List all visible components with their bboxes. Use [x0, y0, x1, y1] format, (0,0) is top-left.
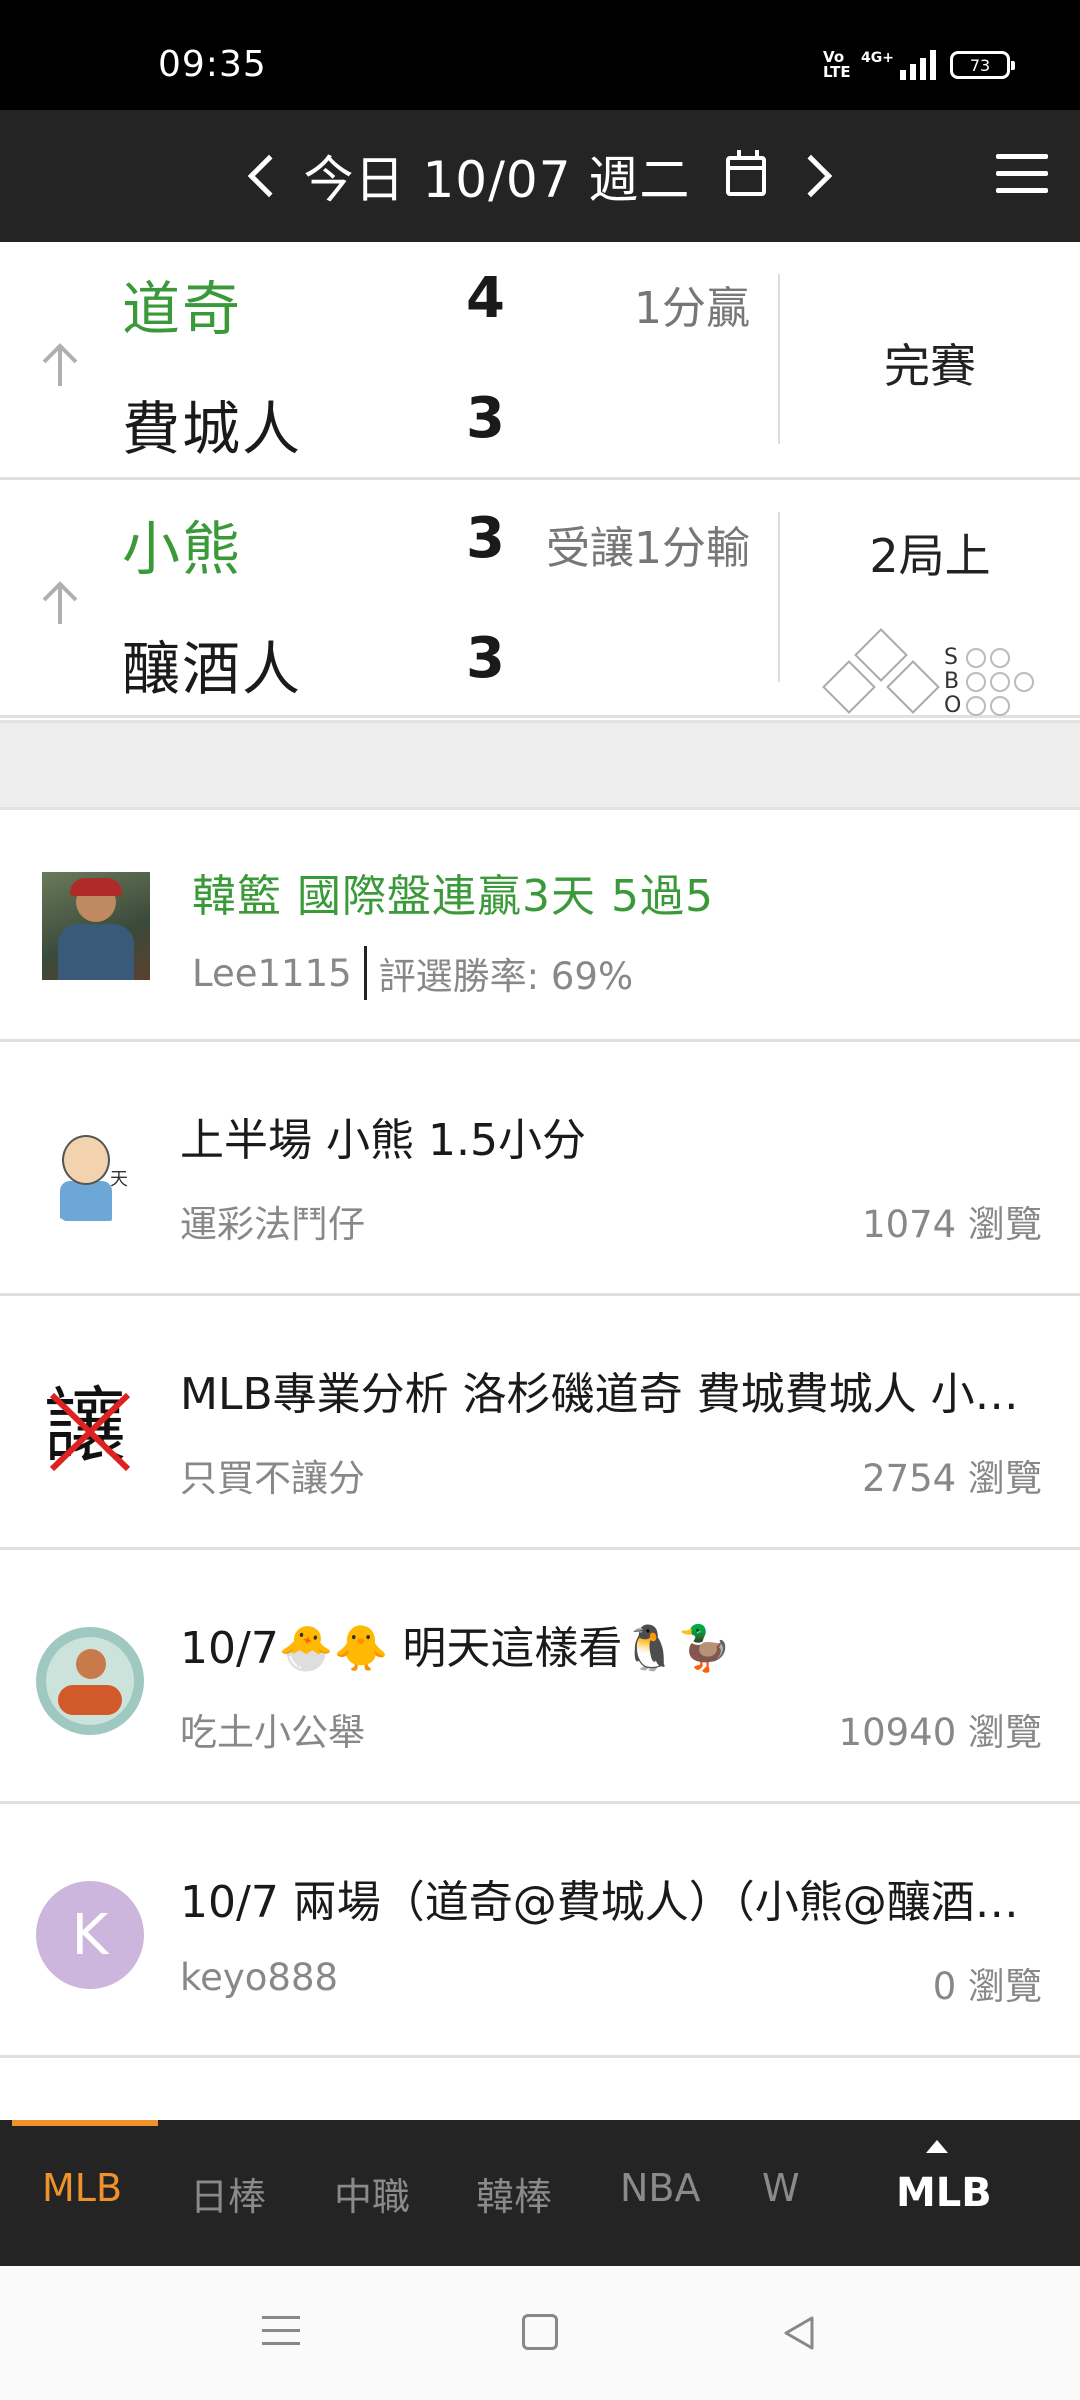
system-nav-bar [0, 2266, 1080, 2400]
tab-nba[interactable]: NBA [620, 2166, 701, 2210]
list-item[interactable]: 讓 MLB專業分析 洛杉磯道奇 費城費城人 小熊 釀酒人 只買不讓分 2754 … [0, 1296, 1080, 1550]
away-score: 3 [466, 626, 505, 691]
list-item[interactable]: 天 上半場 小熊 1.5小分 運彩法鬥仔 1074 瀏覽 [0, 1042, 1080, 1296]
prev-day-chevron-icon[interactable] [247, 154, 290, 198]
home-team: 道奇 [122, 275, 243, 343]
post-title: MLB專業分析 洛杉磯道奇 費城費城人 小熊 釀酒人 [180, 1369, 1050, 1420]
post-title: 10/7 兩場（道奇@費城人）（小熊@釀酒人） [180, 1877, 1050, 1928]
divider [363, 946, 367, 1000]
avatar [42, 872, 150, 980]
caret-up-icon [926, 2140, 948, 2153]
home-score: 3 [466, 506, 505, 571]
post-views: 1074 瀏覽 [862, 1203, 1042, 1246]
post-title: 10/7🐣🐥 明天這樣看🐧🦆 [180, 1623, 732, 1674]
odds-result: 受讓1分輸 [546, 523, 750, 574]
tab-mlb[interactable]: MLB [42, 2166, 122, 2210]
avatar: 天 [36, 1119, 144, 1227]
date-header: 今日 10/07 週二 [0, 110, 1080, 242]
post-views: 2754 瀏覽 [862, 1457, 1042, 1500]
date-navigator: 今日 10/07 週二 [0, 110, 1080, 242]
away-team: 釀酒人 [122, 635, 303, 703]
post-author: 吃土小公舉 [180, 1711, 365, 1754]
status-time: 09:35 [158, 44, 267, 85]
featured-author: Lee1115 [192, 951, 352, 995]
date-label[interactable]: 今日 10/07 週二 [304, 140, 691, 212]
post-title: 上半場 小熊 1.5小分 [180, 1115, 586, 1166]
home-icon[interactable] [522, 2314, 558, 2350]
avatar: K [36, 1881, 144, 1989]
out-label: O [944, 693, 962, 718]
list-item[interactable]: 10/7🐣🐥 明天這樣看🐧🦆 吃土小公舉 10940 瀏覽 [0, 1550, 1080, 1804]
count-indicator: S B O [944, 646, 1034, 718]
signal-icon: 4G+ [861, 50, 936, 80]
section-gap [0, 720, 1080, 810]
post-author: keyo888 [180, 1956, 339, 1999]
volte-icon: Vo LTE [823, 48, 851, 81]
tab-npb[interactable]: 日棒 [190, 2166, 266, 2221]
battery-icon: 73 [950, 51, 1015, 79]
featured-win-rate: 評選勝率: 69% [378, 955, 634, 998]
featured-title: 韓籃 國際盤連贏3天 5過5 [192, 871, 714, 922]
status-icons: Vo LTE 4G+ 73 [823, 48, 1015, 81]
ball-label: B [944, 669, 960, 694]
next-day-chevron-icon[interactable] [790, 154, 833, 198]
up-arrow-icon [42, 581, 78, 624]
tab-indicator [12, 2120, 158, 2126]
post-author: 只買不讓分 [180, 1457, 365, 1500]
tab-cpbl[interactable]: 中職 [334, 2166, 410, 2221]
status-bar: 09:35 Vo LTE 4G+ 73 [0, 0, 1080, 110]
tab-w[interactable]: W [762, 2166, 800, 2210]
home-team: 小熊 [122, 515, 243, 583]
network-type: 4G+ [861, 50, 894, 66]
post-author: 運彩法鬥仔 [180, 1203, 365, 1246]
battery-level: 73 [969, 55, 991, 75]
list-item[interactable]: K 10/7 兩場（道奇@費城人）（小熊@釀酒人） keyo888 0 瀏覽 [0, 1804, 1080, 2058]
hamburger-menu-icon[interactable] [996, 154, 1048, 194]
away-score: 3 [466, 386, 505, 451]
game-inning: 2局上 [869, 529, 991, 583]
league-selector[interactable]: MLB [896, 2170, 992, 2216]
game-card-2[interactable]: 小熊 3 受讓1分輸 釀酒人 3 2局上 S B O [0, 480, 1080, 718]
calendar-icon[interactable] [726, 150, 767, 196]
avatar [36, 1627, 144, 1735]
up-arrow-icon [42, 343, 78, 386]
strike-label: S [944, 645, 958, 670]
home-score: 4 [466, 266, 505, 331]
post-views: 10940 瀏覽 [838, 1711, 1042, 1754]
away-team: 費城人 [122, 395, 303, 463]
featured-meta: Lee1115 評選勝率: 69% [192, 946, 633, 1000]
post-views: 0 瀏覽 [932, 1965, 1042, 2008]
cross-out-icon [49, 1392, 131, 1472]
odds-result: 1分贏 [634, 283, 750, 334]
recents-icon[interactable] [262, 2316, 300, 2355]
featured-pick[interactable]: 韓籃 國際盤連贏3天 5過5 Lee1115 評選勝率: 69% [0, 810, 1080, 1042]
league-tab-bar: MLB 日棒 中職 韓棒 NBA W MLB [0, 2120, 1080, 2266]
tab-kbo[interactable]: 韓棒 [476, 2166, 552, 2221]
back-icon[interactable] [780, 2314, 816, 2352]
game-card-1[interactable]: 道奇 4 1分贏 費城人 3 完賽 [0, 242, 1080, 480]
avatar: 讓 [36, 1373, 144, 1481]
game-status: 完賽 [884, 339, 976, 393]
